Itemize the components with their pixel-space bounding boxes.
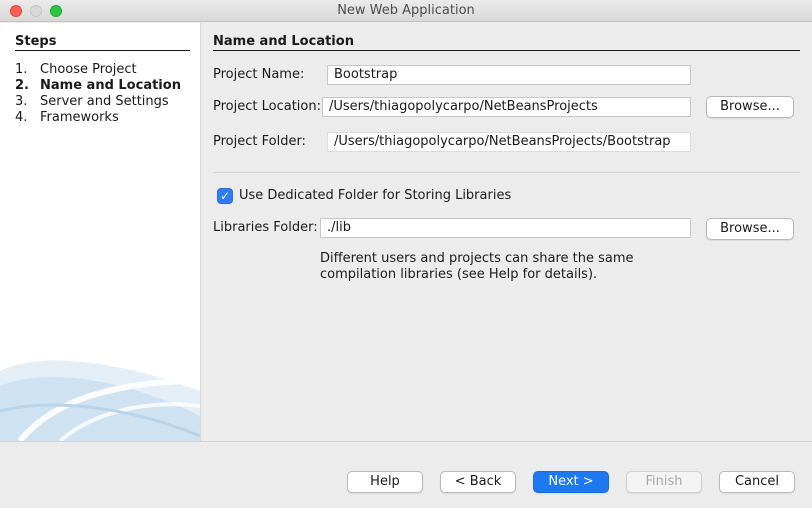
step-label: Server and Settings: [40, 94, 169, 109]
libraries-help-text: Different users and projects can share t…: [320, 251, 640, 283]
project-location-input[interactable]: /Users/thiagopolycarpo/NetBeansProjects: [322, 97, 691, 117]
dedicated-folder-label[interactable]: Use Dedicated Folder for Storing Librari…: [239, 188, 511, 204]
steps-list: 1. Choose Project 2. Name and Location 3. S…: [15, 62, 181, 126]
step-number: 1.: [15, 62, 28, 77]
title-bar: New Web Application: [0, 0, 812, 22]
project-name-input[interactable]: Bootstrap: [327, 65, 691, 85]
project-folder-label: Project Folder:: [213, 134, 306, 149]
step-item: 1. Choose Project: [15, 62, 181, 78]
decorative-swoosh-graphic: [0, 360, 200, 441]
help-text-line: compilation libraries (see Help for deta…: [320, 267, 598, 282]
step-item: 3. Server and Settings: [15, 94, 181, 110]
section-heading: Name and Location: [213, 34, 800, 51]
project-name-label: Project Name:: [213, 67, 305, 82]
help-text-line: Different users and projects can share t…: [320, 251, 634, 266]
steps-heading: Steps: [15, 34, 190, 51]
dedicated-folder-checkbox[interactable]: ✓: [217, 188, 233, 204]
next-button[interactable]: Next >: [533, 471, 609, 493]
step-number: 2.: [15, 78, 29, 93]
main-panel: Name and Location Project Name: Bootstra…: [201, 23, 812, 441]
project-location-label: Project Location:: [213, 99, 321, 114]
section-divider: [213, 172, 800, 173]
step-item: 4. Frameworks: [15, 110, 181, 126]
cancel-button[interactable]: Cancel: [719, 471, 795, 493]
step-label: Choose Project: [40, 62, 137, 77]
step-label: Name and Location: [40, 78, 181, 93]
libraries-folder-browse-button[interactable]: Browse...: [706, 218, 794, 240]
window-title: New Web Application: [337, 3, 475, 18]
libraries-folder-input[interactable]: ./lib: [320, 218, 691, 238]
help-button[interactable]: Help: [347, 471, 423, 493]
project-folder-input: /Users/thiagopolycarpo/NetBeansProjects/…: [327, 132, 691, 152]
wizard-footer: Help < Back Next > Finish Cancel: [0, 441, 812, 508]
libraries-folder-label: Libraries Folder:: [213, 220, 318, 235]
step-item-current: 2. Name and Location: [15, 78, 181, 94]
finish-button: Finish: [626, 471, 702, 493]
steps-sidebar: Steps 1. Choose Project 2. Name and Locati…: [0, 23, 201, 441]
back-button[interactable]: < Back: [440, 471, 516, 493]
project-location-browse-button[interactable]: Browse...: [706, 96, 794, 118]
step-number: 3.: [15, 94, 28, 109]
step-number: 4.: [15, 110, 28, 125]
step-label: Frameworks: [40, 110, 119, 125]
